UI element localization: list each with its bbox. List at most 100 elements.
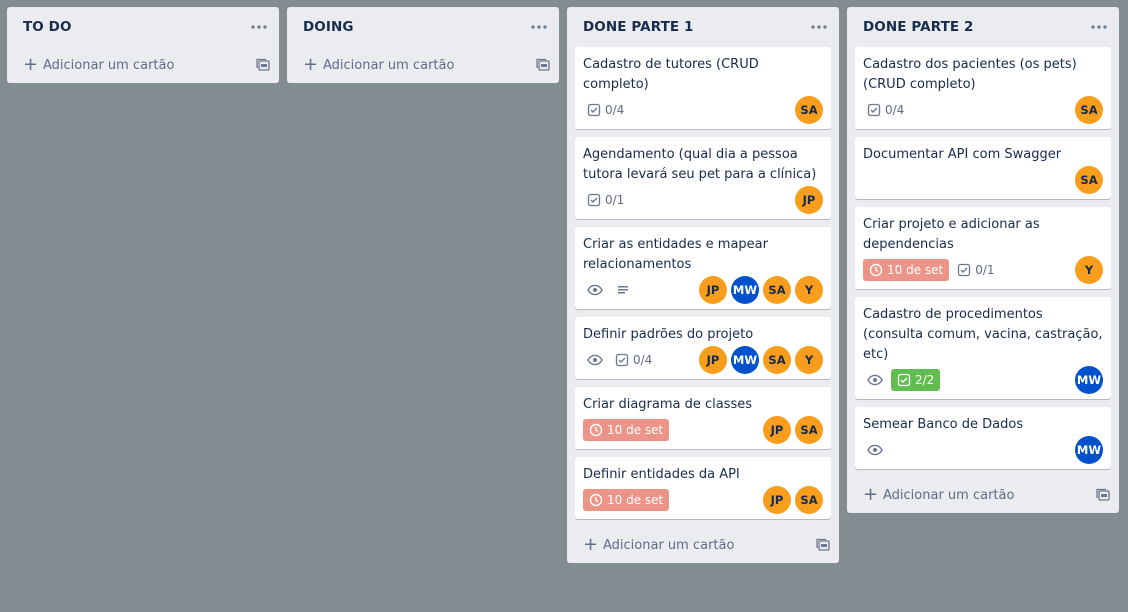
list-title[interactable]: DONE PARTE 1: [583, 19, 694, 35]
add-card-button[interactable]: + Adicionar um cartão: [7, 47, 279, 83]
add-card-left: + Adicionar um cartão: [303, 56, 454, 74]
avatar[interactable]: SA: [795, 416, 823, 444]
board: TO DO + Adicionar um cartão DOING + Adicionar…: [0, 0, 1128, 612]
card-title: Criar diagrama de classes: [583, 397, 753, 412]
due-date-text: 10 de set: [887, 263, 944, 277]
avatar[interactable]: JP: [795, 186, 823, 214]
ellipsis-icon[interactable]: [527, 15, 551, 39]
avatar[interactable]: Y: [795, 346, 823, 374]
list-title[interactable]: TO DO: [23, 19, 72, 35]
list-title[interactable]: DONE PARTE 2: [863, 19, 974, 35]
card[interactable]: Criar diagrama de classes 10 de set JP SA: [575, 387, 831, 449]
card[interactable]: Agendamento (qual dia a pessoa tutora le…: [575, 137, 831, 219]
card-members: SA: [1075, 96, 1103, 124]
avatar[interactable]: MW: [731, 276, 759, 304]
checkbox-icon: [867, 103, 881, 117]
card-badges: [863, 440, 887, 460]
card-members: MW: [1075, 366, 1103, 394]
add-card-button[interactable]: + Adicionar um cartão: [847, 477, 1119, 513]
due-date-badge[interactable]: 10 de set: [583, 489, 670, 511]
ellipsis-icon[interactable]: [807, 15, 831, 39]
ellipsis-icon[interactable]: [247, 15, 271, 39]
card-title: Cadastro de procedimentos (consulta comu…: [863, 307, 1103, 362]
card-footer: 10 de set 0/1 Y: [863, 255, 1103, 285]
card-template-icon[interactable]: [535, 57, 551, 73]
card-footer: 0/1 JP: [583, 185, 823, 215]
card-footer: SA: [863, 165, 1103, 195]
avatar[interactable]: JP: [699, 346, 727, 374]
avatar[interactable]: JP: [763, 486, 791, 514]
card[interactable]: Semear Banco de Dados MW: [855, 407, 1111, 469]
avatar[interactable]: MW: [1075, 436, 1103, 464]
checklist-count: 0/4: [633, 353, 653, 367]
card-badges: 0/4: [863, 100, 908, 120]
card-title: Semear Banco de Dados: [863, 417, 1024, 432]
card-template-icon[interactable]: [815, 537, 831, 553]
ellipsis-icon[interactable]: [1087, 15, 1111, 39]
card-badges: 2/2: [863, 369, 941, 391]
avatar[interactable]: SA: [763, 346, 791, 374]
plus-icon: +: [583, 534, 599, 555]
checklist-count: 2/2: [915, 373, 935, 387]
card-footer: 0/4 SA: [583, 95, 823, 125]
description-icon: [611, 280, 635, 300]
card[interactable]: Criar projeto e adicionar as dependencia…: [855, 207, 1111, 289]
card[interactable]: Cadastro de tutores (CRUD completo) 0/4 SA: [575, 47, 831, 129]
card-footer: MW: [863, 435, 1103, 465]
add-card-label: Adicionar um cartão: [323, 57, 455, 73]
card-template-icon[interactable]: [1095, 487, 1111, 503]
avatar[interactable]: Y: [1075, 256, 1103, 284]
due-date-badge[interactable]: 10 de set: [863, 259, 950, 281]
card-members: JP: [795, 186, 823, 214]
card-footer: 0/4 SA: [863, 95, 1103, 125]
avatar[interactable]: SA: [763, 276, 791, 304]
avatar[interactable]: JP: [699, 276, 727, 304]
due-date-text: 10 de set: [607, 423, 664, 437]
due-date-badge[interactable]: 10 de set: [583, 419, 670, 441]
list-3: DONE PARTE 1 Cadastro de tutores (CRUD co…: [567, 7, 839, 563]
card-members: JP SA: [763, 416, 823, 444]
list-header: TO DO: [7, 7, 279, 47]
card-badges: 10 de set: [583, 489, 670, 511]
card-badges: [583, 280, 635, 300]
plus-icon: +: [23, 54, 39, 75]
card-title: Agendamento (qual dia a pessoa tutora le…: [583, 147, 817, 182]
avatar[interactable]: Y: [795, 276, 823, 304]
clock-icon: [869, 263, 883, 277]
add-card-button[interactable]: + Adicionar um cartão: [287, 47, 559, 83]
card[interactable]: Cadastro de procedimentos (consulta comu…: [855, 297, 1111, 399]
card-template-icon[interactable]: [255, 57, 271, 73]
card[interactable]: Definir padrões do projeto 0/4 JP MW SA Y: [575, 317, 831, 379]
due-date-text: 10 de set: [607, 493, 664, 507]
clock-icon: [589, 423, 603, 437]
avatar[interactable]: SA: [1075, 96, 1103, 124]
avatar[interactable]: SA: [795, 486, 823, 514]
avatar[interactable]: MW: [1075, 366, 1103, 394]
card-title: Criar projeto e adicionar as dependencia…: [863, 217, 1040, 252]
card[interactable]: Criar as entidades e mapear relacionamen…: [575, 227, 831, 309]
card[interactable]: Cadastro dos pacientes (os pets) (CRUD c…: [855, 47, 1111, 129]
eye-icon: [863, 370, 887, 390]
add-card-left: + Adicionar um cartão: [863, 486, 1014, 504]
card-title: Cadastro de tutores (CRUD completo): [583, 57, 759, 92]
list-1: TO DO + Adicionar um cartão: [7, 7, 279, 83]
list-4: DONE PARTE 2 Cadastro dos pacientes (os p…: [847, 7, 1119, 513]
add-card-label: Adicionar um cartão: [603, 537, 735, 553]
card-title: Criar as entidades e mapear relacionamen…: [583, 237, 768, 272]
card[interactable]: Definir entidades da API 10 de set JP SA: [575, 457, 831, 519]
card-members: SA: [1075, 166, 1103, 194]
avatar[interactable]: SA: [795, 96, 823, 124]
card-members: Y: [1075, 256, 1103, 284]
avatar[interactable]: MW: [731, 346, 759, 374]
list-title[interactable]: DOING: [303, 19, 354, 35]
card[interactable]: Documentar API com Swagger SA: [855, 137, 1111, 199]
add-card-label: Adicionar um cartão: [883, 487, 1015, 503]
eye-icon: [583, 280, 607, 300]
checklist-badge: 0/1: [583, 190, 628, 210]
card-members: SA: [795, 96, 823, 124]
clock-icon: [589, 493, 603, 507]
add-card-button[interactable]: + Adicionar um cartão: [567, 527, 839, 563]
avatar[interactable]: JP: [763, 416, 791, 444]
checklist-complete-badge: 2/2: [891, 369, 941, 391]
avatar[interactable]: SA: [1075, 166, 1103, 194]
